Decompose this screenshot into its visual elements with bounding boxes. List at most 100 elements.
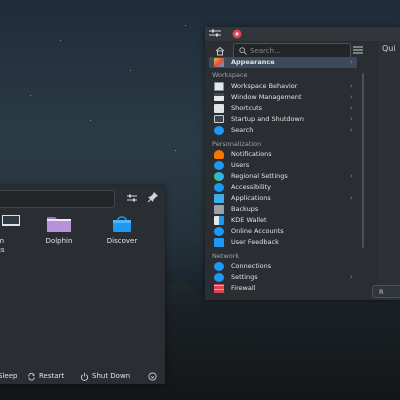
app-label-line1: em [0, 237, 5, 245]
section-header-workspace: Workspace [212, 71, 248, 79]
sidebar-item-label: User Feedback [231, 238, 279, 246]
sidebar-item-label: Connections [231, 262, 272, 270]
sidebar-scrollbar[interactable] [362, 73, 364, 248]
discover-bag-icon [113, 216, 131, 232]
sidebar-item-label: Online Accounts [231, 227, 284, 235]
bell-icon [214, 150, 224, 159]
shutdown-button[interactable]: Shut Down [80, 371, 130, 382]
app-label: Dolphin [45, 237, 73, 245]
restart-label: Restart [39, 372, 65, 380]
app-label: Discover [106, 237, 138, 245]
chevron-right-icon: › [350, 82, 353, 90]
star [130, 70, 131, 71]
sidebar-item-workspace-behavior[interactable]: Workspace Behavior › [209, 81, 357, 92]
chevron-right-icon: › [350, 194, 353, 202]
home-icon[interactable] [215, 46, 225, 56]
configure-icon[interactable] [126, 192, 138, 204]
app-tile-dolphin[interactable]: Dolphin [29, 213, 89, 253]
reset-button[interactable]: R [372, 285, 400, 298]
reset-label: R [379, 288, 384, 296]
keyboard-icon [214, 104, 224, 113]
sidebar-item-accessibility[interactable]: Accessibility [209, 182, 357, 193]
monitor-icon [214, 115, 224, 123]
sidebar-item-label: Startup and Shutdown [231, 115, 304, 123]
sidebar-item-label: Search [231, 126, 254, 134]
settings-search-input[interactable] [250, 44, 345, 58]
connections-icon [214, 262, 224, 271]
sidebar-item-startup-shutdown[interactable]: Startup and Shutdown › [209, 114, 357, 125]
restart-icon [28, 372, 35, 380]
star [175, 150, 176, 151]
sidebar-item-online-accounts[interactable]: Online Accounts [209, 226, 357, 237]
shutdown-label: Shut Down [92, 372, 131, 380]
section-header-network: Network [212, 252, 240, 260]
sidebar-item-network-settings[interactable]: Settings › [209, 272, 357, 283]
appearance-icon [214, 58, 224, 67]
online-accounts-icon [214, 227, 224, 236]
accessibility-icon [214, 183, 224, 192]
sidebar-item-kde-wallet[interactable]: KDE Wallet [209, 215, 357, 226]
sidebar-item-connections[interactable]: Connections [209, 261, 357, 272]
sidebar-item-user-feedback[interactable]: User Feedback [209, 237, 357, 248]
star [60, 40, 61, 41]
sidebar-item-search[interactable]: Search › [209, 125, 357, 136]
system-settings-icon [2, 215, 20, 226]
hamburger-menu-icon[interactable] [353, 46, 363, 54]
feedback-icon [214, 238, 224, 247]
sidebar-item-applications[interactable]: Applications › [209, 193, 357, 204]
sidebar-item-label: Notifications [231, 150, 272, 158]
chevron-right-icon: › [350, 172, 353, 180]
firewall-icon [214, 284, 224, 293]
sidebar-item-shortcuts[interactable]: Shortcuts › [209, 103, 357, 114]
network-settings-icon [214, 273, 224, 282]
sidebar-item-label: Firewall [231, 284, 256, 292]
pin-icon[interactable] [147, 191, 159, 203]
sidebar-item-label: KDE Wallet [231, 216, 267, 224]
users-icon [214, 161, 224, 170]
sidebar-item-label: Regional Settings [231, 172, 288, 180]
system-settings-window: Appearance › Workspace Workspace Behavio… [205, 27, 400, 300]
sidebar-item-window-management[interactable]: Window Management › [209, 92, 357, 103]
chevron-right-icon: › [350, 115, 353, 123]
folder-icon [47, 217, 71, 232]
launcher-header [0, 186, 165, 210]
leave-menu-icon[interactable] [148, 372, 157, 381]
sidebar-item-regional-settings[interactable]: Regional Settings › [209, 171, 357, 182]
chevron-right-icon: › [350, 58, 353, 66]
sidebar-item-backups[interactable]: Backups [209, 204, 357, 215]
sidebar-item-label: Applications [231, 194, 271, 202]
sidebar-item-label: Settings [231, 273, 258, 281]
sidebar-item-label: Accessibility [231, 183, 271, 191]
app-tile-discover[interactable]: Discover [92, 213, 152, 253]
workspace-behavior-icon [214, 82, 224, 91]
sleep-label: Sleep [0, 372, 18, 380]
search-icon [239, 47, 247, 55]
settings-content-pane: Qui [378, 41, 400, 300]
launcher-search-input[interactable] [0, 190, 115, 208]
window-menu-icon[interactable] [209, 29, 221, 38]
sidebar-item-firewall[interactable]: Firewall [209, 283, 357, 294]
chevron-right-icon: › [350, 126, 353, 134]
content-title: Qui [382, 44, 396, 53]
sidebar-item-notifications[interactable]: Notifications [209, 149, 357, 160]
pin-app-icon [232, 29, 242, 39]
sidebar-item-label: Backups [231, 205, 259, 213]
app-label-line2: ings [0, 246, 5, 254]
window-titlebar[interactable] [205, 27, 400, 41]
search-settings-icon [214, 126, 224, 135]
sidebar-item-users[interactable]: Users [209, 160, 357, 171]
sidebar-item-label: Shortcuts [231, 104, 263, 112]
settings-sidebar: Appearance › Workspace Workspace Behavio… [205, 41, 365, 300]
chevron-right-icon: › [350, 104, 353, 112]
chevron-right-icon: › [350, 273, 353, 281]
sidebar-item-label: Window Management [231, 93, 302, 101]
star [30, 95, 31, 96]
application-launcher: em ings Dolphin Discover Sleep Restart [0, 186, 165, 384]
sidebar-item-label: Appearance [231, 58, 275, 66]
sidebar-item-appearance[interactable]: Appearance › [209, 57, 357, 68]
window-management-icon [214, 93, 224, 101]
sleep-button[interactable]: Sleep [0, 371, 17, 382]
section-header-personalization: Personalization [212, 140, 262, 148]
star [185, 25, 186, 26]
restart-button[interactable]: Restart [27, 371, 64, 382]
